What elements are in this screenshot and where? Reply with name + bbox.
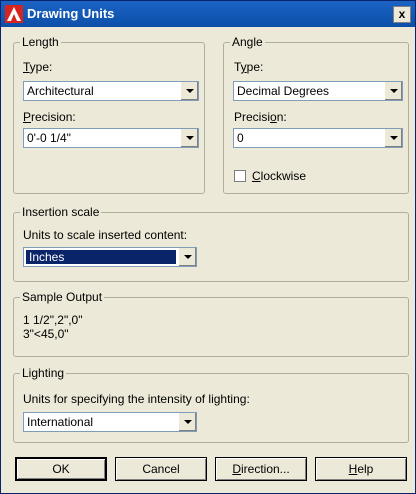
angle-precision-value: 0 [237, 131, 244, 145]
chevron-down-icon[interactable] [384, 82, 402, 100]
length-legend: Length [22, 35, 59, 49]
insertion-units-label: Units to scale inserted content: [23, 228, 188, 242]
length-precision-label: Precision: [23, 110, 76, 124]
chevron-down-icon[interactable] [178, 413, 196, 431]
cancel-button[interactable]: Cancel [115, 457, 207, 481]
lighting-units-dropdown[interactable]: International [23, 412, 197, 432]
autocad-app-icon [5, 5, 23, 23]
chevron-down-icon[interactable] [180, 129, 198, 147]
title-bar[interactable]: Drawing Units x [1, 1, 415, 27]
close-button[interactable]: x [393, 6, 411, 23]
clockwise-label[interactable]: Clockwise [252, 169, 306, 183]
chevron-down-icon[interactable] [180, 82, 198, 100]
angle-legend: Angle [232, 35, 263, 49]
chevron-down-icon[interactable] [178, 248, 196, 266]
drawing-units-dialog: Drawing Units x Length Type: Architectur… [0, 0, 416, 494]
clockwise-checkbox[interactable] [234, 170, 246, 182]
lighting-units-label: Units for specifying the intensity of li… [23, 392, 250, 406]
lighting-legend: Lighting [22, 366, 65, 380]
sample-output-legend: Sample Output [22, 290, 103, 304]
insertion-scale-group: Insertion scale [13, 205, 409, 282]
close-icon: x [398, 7, 406, 21]
insertion-legend: Insertion scale [22, 205, 100, 219]
insertion-units-value: Inches [26, 250, 176, 264]
angle-type-dropdown[interactable]: Decimal Degrees [233, 81, 403, 101]
angle-type-value: Decimal Degrees [237, 84, 330, 98]
direction-button[interactable]: Direction... [215, 457, 307, 481]
length-type-value: Architectural [27, 84, 94, 98]
insertion-units-dropdown[interactable]: Inches [23, 247, 197, 267]
angle-type-label: Type: [234, 60, 264, 74]
chevron-down-icon[interactable] [384, 129, 402, 147]
angle-precision-label: Precision: [234, 110, 287, 124]
lighting-units-value: International [27, 415, 94, 429]
length-type-label: Type: [23, 60, 53, 74]
angle-precision-dropdown[interactable]: 0 [233, 128, 403, 148]
dialog-title: Drawing Units [27, 6, 115, 21]
sample-output-line-1: 1 1/2",2",0" [23, 313, 83, 327]
length-precision-dropdown[interactable]: 0'-0 1/4" [23, 128, 199, 148]
sample-output-line-2: 3"<45,0" [23, 327, 69, 341]
length-type-dropdown[interactable]: Architectural [23, 81, 199, 101]
length-precision-value: 0'-0 1/4" [27, 131, 71, 145]
help-button[interactable]: Help [315, 457, 407, 481]
ok-button[interactable]: OK [15, 457, 107, 481]
